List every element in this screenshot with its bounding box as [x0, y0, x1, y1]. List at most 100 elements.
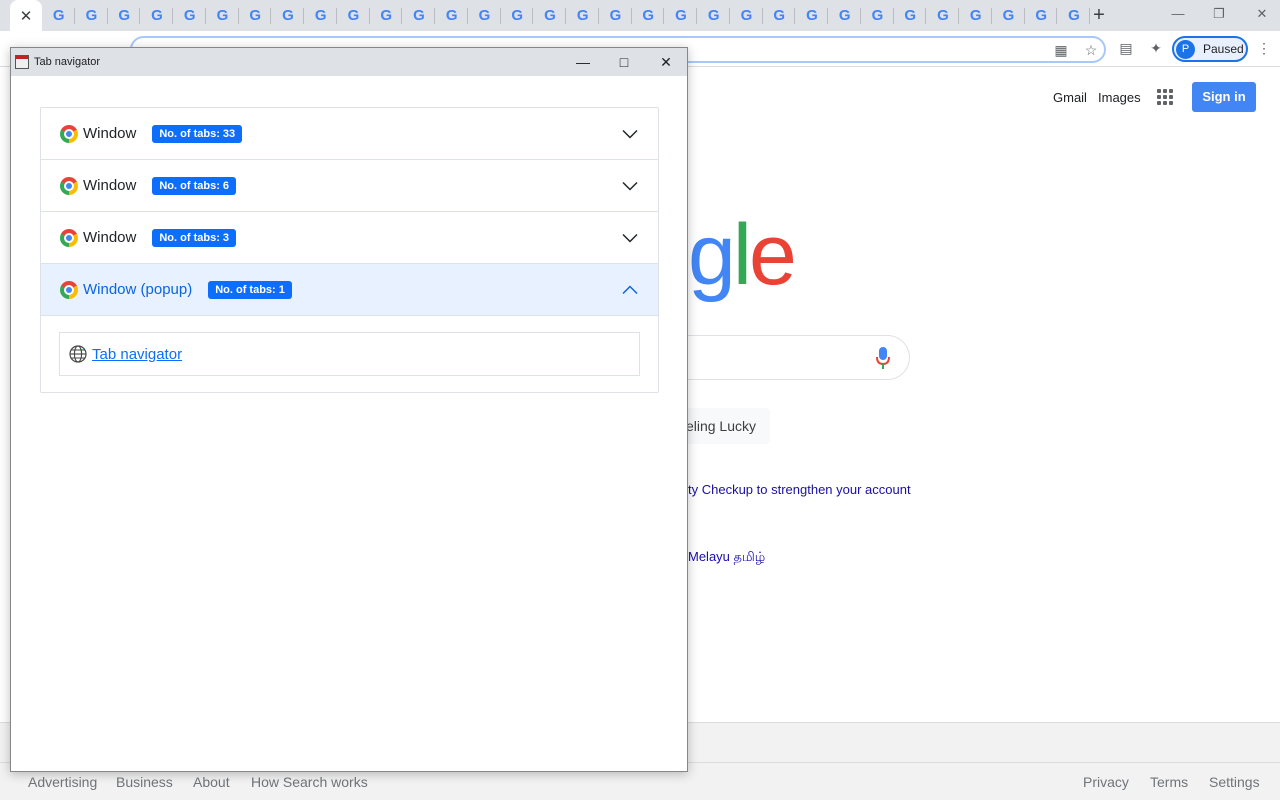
browser-tab[interactable]: G: [338, 0, 370, 31]
browser-tab[interactable]: G: [862, 0, 894, 31]
browser-tab[interactable]: G: [632, 0, 665, 31]
google-favicon-icon: G: [838, 7, 851, 24]
browser-tab[interactable]: G: [239, 0, 272, 31]
browser-tab-active[interactable]: ✕: [10, 0, 42, 31]
google-favicon-icon: G: [118, 7, 131, 24]
google-favicon-icon: G: [806, 7, 818, 24]
tab-list-item[interactable]: Tab navigator: [59, 332, 640, 376]
google-favicon-icon: G: [675, 7, 687, 24]
browser-tab[interactable]: G: [993, 0, 1025, 31]
google-favicon-icon: G: [478, 7, 491, 24]
browser-tab[interactable]: G: [305, 0, 337, 31]
browser-tab[interactable]: G: [43, 0, 75, 31]
tab-link[interactable]: Tab navigator: [92, 346, 182, 363]
popup-title: Tab navigator: [34, 56, 101, 68]
tab-count-badge: No. of tabs: 6: [152, 176, 237, 195]
tab-navigator-popup-window: Tab navigator — □ ✕ Window No. of tabs: …: [10, 47, 688, 772]
reading-list-icon[interactable]: ▤: [1115, 37, 1137, 59]
google-favicon-icon: G: [904, 7, 917, 24]
tab-count-badge: No. of tabs: 1: [208, 280, 292, 299]
google-favicon-icon: G: [1035, 7, 1048, 24]
browser-tab[interactable]: G: [272, 0, 304, 31]
window-label: Window: [83, 125, 137, 142]
privacy-link[interactable]: Privacy: [1083, 774, 1129, 790]
profile-button[interactable]: P Paused: [1172, 36, 1248, 62]
tab-close-icon[interactable]: ✕: [20, 7, 33, 25]
browser-tab[interactable]: G: [403, 0, 435, 31]
google-favicon-icon: G: [511, 7, 524, 24]
new-tab-button[interactable]: +: [1088, 4, 1110, 26]
google-favicon-icon: G: [544, 7, 556, 24]
google-favicon-icon: G: [347, 7, 360, 24]
window-accordion-header[interactable]: Window No. of tabs: 3: [41, 212, 658, 264]
window-label: Window (popup): [83, 281, 193, 298]
chrome-icon: [60, 124, 78, 143]
security-checkup-link[interactable]: ty Checkup to strengthen your account: [688, 482, 911, 497]
browser-tab[interactable]: G: [567, 0, 599, 31]
window-accordion-header[interactable]: Window No. of tabs: 6: [41, 160, 658, 212]
browser-tab[interactable]: G: [1058, 0, 1090, 31]
about-link[interactable]: About: [193, 774, 230, 790]
browser-tab[interactable]: G: [534, 0, 566, 31]
browser-tab[interactable]: G: [141, 0, 173, 31]
browser-tab[interactable]: G: [960, 0, 992, 31]
window-minimize-icon[interactable]: —: [1167, 4, 1189, 24]
browser-tab[interactable]: G: [796, 0, 828, 31]
popup-titlebar[interactable]: Tab navigator — □ ✕: [11, 48, 687, 76]
minimize-icon[interactable]: —: [568, 51, 598, 73]
settings-link[interactable]: Settings: [1209, 774, 1260, 790]
window-accordion-header[interactable]: Window No. of tabs: 33: [41, 108, 658, 160]
browser-tab[interactable]: G: [108, 0, 141, 31]
window-label: Window: [83, 177, 137, 194]
app-icon: [15, 55, 29, 69]
close-icon[interactable]: ✕: [651, 51, 681, 73]
business-link[interactable]: Business: [116, 774, 173, 790]
browser-tab[interactable]: G: [76, 0, 108, 31]
browser-tab[interactable]: G: [600, 0, 632, 31]
window-close-icon[interactable]: ✕: [1251, 4, 1273, 24]
google-logo-fragment: gle: [688, 207, 797, 303]
extensions-puzzle-icon[interactable]: ✦: [1145, 37, 1167, 59]
browser-tab[interactable]: G: [207, 0, 239, 31]
google-favicon-icon: G: [576, 7, 589, 24]
advertising-link[interactable]: Advertising: [28, 774, 97, 790]
globe-icon: [69, 345, 87, 363]
browser-tab[interactable]: G: [436, 0, 468, 31]
google-favicon-icon: G: [1068, 7, 1080, 24]
apps-grid-icon[interactable]: [1157, 89, 1173, 105]
google-favicon-icon: G: [740, 7, 753, 24]
browser-tab[interactable]: G: [1025, 0, 1058, 31]
browser-tab[interactable]: G: [665, 0, 697, 31]
gmail-link[interactable]: Gmail: [1053, 90, 1087, 105]
window-accordion-header[interactable]: Window (popup) No. of tabs: 1: [41, 264, 658, 316]
browser-tab[interactable]: G: [370, 0, 403, 31]
browser-tab[interactable]: G: [894, 0, 927, 31]
kebab-menu-icon[interactable]: ⋮: [1253, 37, 1275, 59]
browser-tab[interactable]: G: [174, 0, 206, 31]
chrome-icon: [60, 176, 78, 195]
qr-code-icon[interactable]: ▦: [1050, 39, 1072, 61]
window-restore-icon[interactable]: ❐: [1208, 4, 1230, 24]
google-favicon-icon: G: [707, 7, 720, 24]
browser-tab[interactable]: G: [731, 0, 763, 31]
sign-in-button[interactable]: Sign in: [1192, 82, 1256, 112]
terms-link[interactable]: Terms: [1150, 774, 1188, 790]
browser-tab[interactable]: G: [698, 0, 730, 31]
google-favicon-icon: G: [642, 7, 655, 24]
maximize-icon[interactable]: □: [609, 51, 639, 73]
search-box[interactable]: [660, 335, 910, 380]
images-link[interactable]: Images: [1098, 90, 1141, 105]
how-search-works-link[interactable]: How Search works: [251, 774, 368, 790]
google-favicon-icon: G: [937, 7, 949, 24]
browser-tab[interactable]: G: [469, 0, 501, 31]
browser-tab[interactable]: G: [927, 0, 959, 31]
windows-accordion: Window No. of tabs: 33 Window No. of tab…: [40, 107, 659, 393]
bookmark-star-icon[interactable]: ☆: [1080, 39, 1102, 61]
chevron-down-icon: [622, 233, 638, 243]
browser-tab[interactable]: G: [763, 0, 796, 31]
browser-tab[interactable]: G: [501, 0, 534, 31]
google-favicon-icon: G: [85, 7, 98, 24]
microphone-icon[interactable]: [876, 347, 890, 369]
language-links[interactable]: Melayu தமிழ்: [688, 549, 765, 566]
browser-tab[interactable]: G: [829, 0, 861, 31]
